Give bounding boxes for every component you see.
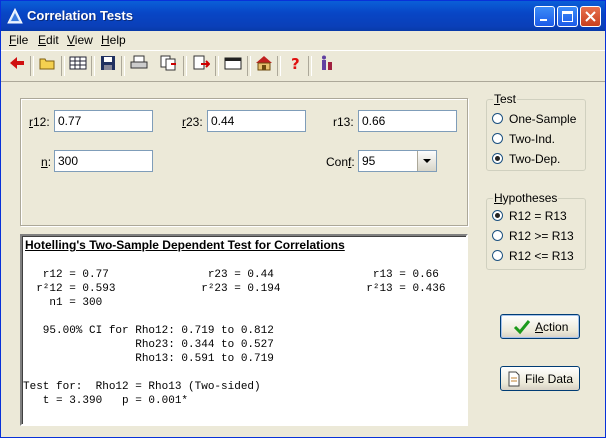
hypotheses-group-title: Hypotheses	[493, 191, 559, 205]
conf-select[interactable]: 95	[358, 150, 437, 172]
action-button-label: Action	[535, 320, 569, 334]
results-line: r²12 = 0.593 r²23 = 0.194 r²13 = 0.436	[23, 283, 446, 295]
radio-dot	[492, 133, 503, 144]
hypotheses-group: Hypotheses R12 = R13 R12 >= R13 R12 <= R…	[486, 191, 586, 270]
radio-dot	[492, 230, 503, 241]
toolbar-separator	[215, 56, 219, 76]
toolbar: ?	[1, 50, 605, 82]
n-input[interactable]: 300	[54, 150, 153, 172]
chevron-down-icon[interactable]	[417, 151, 436, 171]
input-panel: r12: 0.77 r23: 0.44 r13: 0.66 n: 300 Con…	[20, 98, 468, 226]
toolbar-separator	[30, 56, 34, 76]
radio-dot-selected	[492, 153, 503, 164]
app-icon	[7, 8, 23, 24]
results-line: t = 3.390 p = 0.001*	[23, 395, 189, 407]
results-line: Test for: Rho12 = Rho13 (Two-sided)	[23, 381, 261, 393]
results-output[interactable]: Hotelling's Two-Sample Dependent Test fo…	[20, 234, 468, 426]
close-icon	[585, 11, 596, 22]
toolbar-separator	[277, 56, 281, 76]
spreadsheet-icon[interactable]	[68, 55, 88, 75]
r13-input[interactable]: 0.66	[358, 110, 457, 132]
close-button[interactable]	[580, 6, 601, 27]
svg-text:?: ?	[291, 55, 300, 71]
print-icon[interactable]	[129, 55, 149, 75]
menu-bar: File Edit View Help	[1, 31, 605, 49]
window-title: Correlation Tests	[27, 8, 133, 23]
menu-help[interactable]: Help	[101, 33, 126, 47]
results-line: r12 = 0.77 r23 = 0.44 r13 = 0.66	[23, 269, 439, 281]
radio-dot	[492, 113, 503, 124]
results-line: 95.00% CI for Rho12: 0.719 to 0.812	[23, 325, 274, 337]
r12-input[interactable]: 0.77	[54, 110, 153, 132]
minimize-button[interactable]	[534, 6, 555, 27]
toolbar-separator	[121, 56, 125, 76]
radio-dot-selected	[492, 210, 503, 221]
minimize-icon	[540, 19, 547, 21]
results-line: Rho23: 0.344 to 0.527	[23, 339, 274, 351]
help-question-icon[interactable]: ?	[285, 55, 305, 75]
results-line: n1 = 300	[23, 297, 103, 309]
r23-input[interactable]: 0.44	[207, 110, 306, 132]
file-data-button[interactable]: File Data	[500, 366, 580, 391]
r13-label: r13:	[333, 115, 354, 129]
action-button[interactable]: Action	[500, 314, 580, 339]
maximize-button[interactable]	[557, 6, 578, 27]
toolbar-separator	[183, 56, 187, 76]
checkmark-icon	[513, 320, 531, 335]
menu-file[interactable]: File	[9, 33, 28, 47]
file-data-button-label: File Data	[525, 372, 574, 386]
toolbar-separator	[91, 56, 95, 76]
maximize-icon	[562, 11, 573, 22]
save-disk-icon[interactable]	[98, 55, 118, 75]
copy-icon[interactable]	[158, 55, 178, 75]
toolbar-separator	[61, 56, 65, 76]
window-icon[interactable]	[223, 55, 243, 75]
conf-label: Conf:	[326, 155, 355, 169]
menu-edit[interactable]: Edit	[38, 33, 59, 47]
open-folder-icon[interactable]	[38, 55, 58, 75]
radio-dot	[492, 250, 503, 261]
export-icon[interactable]	[191, 55, 211, 75]
test-group: Test One-Sample Two-Ind. Two-Dep.	[486, 92, 586, 171]
title-bar[interactable]: Correlation Tests	[1, 1, 605, 31]
toolbar-separator	[247, 56, 251, 76]
conf-select-value: 95	[362, 154, 376, 168]
test-group-title: Test	[493, 92, 518, 106]
document-icon	[508, 371, 520, 387]
results-line: Rho13: 0.591 to 0.719	[23, 353, 274, 365]
n-label: n:	[41, 155, 52, 169]
home-icon[interactable]	[254, 55, 274, 75]
back-arrow-icon[interactable]	[7, 55, 27, 75]
info-icon[interactable]	[316, 55, 336, 75]
menu-view[interactable]: View	[67, 33, 93, 47]
toolbar-separator	[308, 56, 312, 76]
r12-label: r12:	[29, 115, 50, 129]
results-heading: Hotelling's Two-Sample Dependent Test fo…	[25, 238, 345, 252]
app-window: Correlation Tests File Edit View Help ? …	[0, 0, 606, 438]
r23-label: r23:	[182, 115, 203, 129]
